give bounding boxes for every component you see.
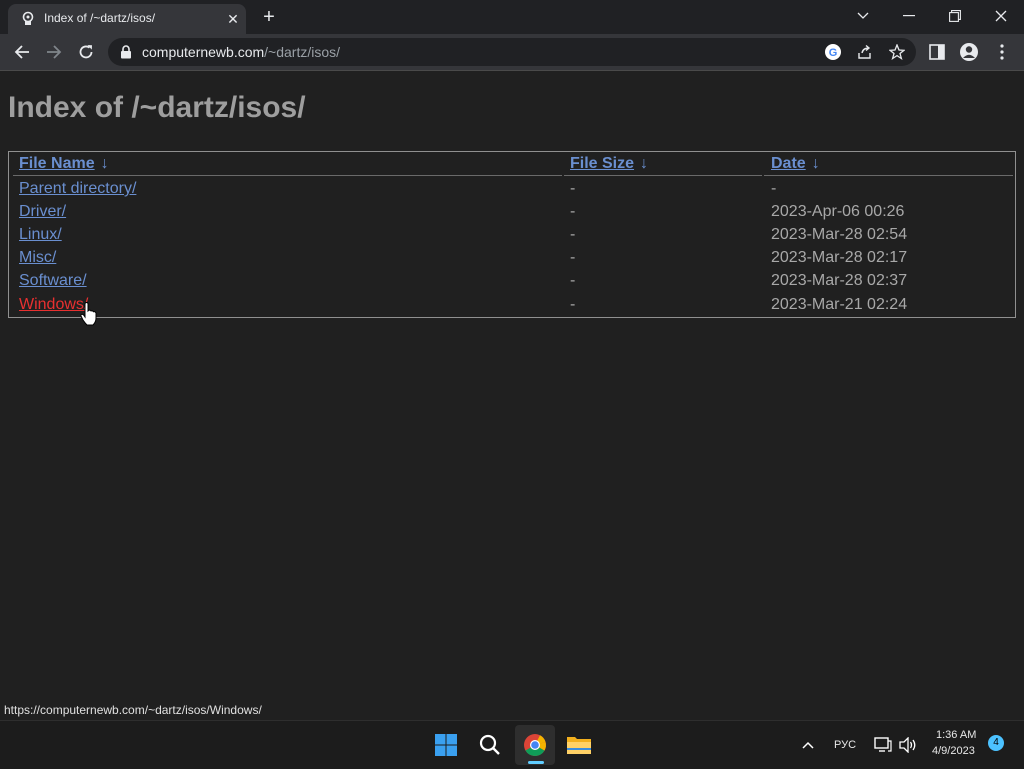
chrome-icon[interactable] [515, 725, 555, 765]
favicon-icon [22, 11, 34, 25]
volume-icon[interactable] [892, 725, 924, 765]
file-size: - [570, 249, 576, 266]
column-header-name[interactable]: File Name ↓ [19, 155, 109, 173]
menu-icon[interactable] [992, 42, 1012, 62]
sort-arrow-icon: ↓ [640, 155, 649, 172]
chevron-up-icon[interactable] [788, 725, 828, 765]
svg-text:G: G [829, 47, 838, 59]
minimize-icon[interactable] [886, 0, 932, 32]
taskbar: РУС 1:36 AM 4/9/2023 [0, 720, 1024, 769]
file-link[interactable]: Misc/ [19, 249, 56, 267]
reload-icon[interactable] [74, 40, 98, 64]
browser-toolbar: computernewb.com/~dartz/isos/ G [0, 34, 1024, 71]
file-size: - [570, 272, 576, 289]
file-date: 2023-Mar-28 02:54 [771, 226, 908, 243]
close-icon[interactable]: ✕ [224, 10, 242, 28]
file-listing-table: File Name ↓ File Size ↓ Date ↓ Parent direc… [8, 151, 1016, 318]
close-window-icon[interactable] [978, 0, 1024, 32]
sort-arrow-icon: ↓ [811, 155, 820, 172]
google-icon[interactable]: G [824, 43, 842, 61]
back-icon[interactable] [10, 40, 34, 64]
file-date: 2023-Mar-21 02:24 [771, 296, 908, 313]
share-icon[interactable] [856, 43, 874, 61]
forward-icon[interactable] [42, 40, 66, 64]
file-size: - [570, 226, 576, 243]
header-divider [564, 175, 762, 176]
active-app-indicator [528, 761, 544, 764]
star-icon[interactable] [888, 43, 906, 61]
column-header-size[interactable]: File Size ↓ [570, 155, 648, 173]
search-icon[interactable] [470, 725, 510, 765]
file-date: 2023-Apr-06 00:26 [771, 203, 905, 220]
restore-icon[interactable] [932, 0, 978, 32]
file-size: - [570, 203, 576, 220]
file-explorer-icon[interactable] [559, 725, 599, 765]
file-link[interactable]: Software/ [19, 272, 87, 290]
hand-cursor-icon [80, 302, 97, 326]
notification-badge[interactable]: 4 [988, 735, 1004, 751]
clock-date[interactable]: 4/9/2023 [932, 745, 975, 757]
language-indicator[interactable]: РУС [834, 739, 856, 751]
file-size: - [570, 180, 576, 197]
file-link[interactable]: Parent directory/ [19, 180, 136, 198]
tab-title: Index of /~dartz/isos/ [44, 11, 156, 25]
chevron-down-icon[interactable] [840, 0, 886, 32]
header-divider [13, 175, 562, 176]
browser-tab[interactable]: Index of /~dartz/isos/ ✕ [8, 4, 246, 34]
file-link[interactable]: Driver/ [19, 203, 66, 221]
file-date: 2023-Mar-28 02:17 [771, 249, 908, 266]
file-link[interactable]: Linux/ [19, 226, 62, 244]
url-text[interactable]: computernewb.com/~dartz/isos/ [142, 44, 340, 60]
header-divider [764, 175, 1013, 176]
file-size: - [570, 296, 576, 313]
profile-icon[interactable] [959, 42, 979, 62]
tab-strip: Index of /~dartz/isos/ ✕ + [0, 0, 1024, 34]
clock-time[interactable]: 1:36 AM [936, 729, 976, 741]
page-title: Index of /~dartz/isos/ [8, 91, 306, 124]
file-date: 2023-Mar-28 02:37 [771, 272, 908, 289]
page-content: Index of /~dartz/isos/ File Name ↓ File S… [0, 71, 1024, 720]
file-link[interactable]: Windows/ [19, 296, 88, 314]
windows-start-icon[interactable] [426, 725, 466, 765]
file-date: - [771, 180, 777, 197]
side-panel-icon[interactable] [927, 42, 947, 62]
lock-icon[interactable] [120, 45, 132, 59]
address-bar[interactable]: computernewb.com/~dartz/isos/ G [108, 38, 916, 66]
sort-arrow-icon: ↓ [100, 155, 109, 172]
status-url: https://computernewb.com/~dartz/isos/Win… [0, 700, 268, 720]
plus-icon[interactable]: + [258, 6, 280, 28]
column-header-date[interactable]: Date ↓ [771, 155, 820, 173]
